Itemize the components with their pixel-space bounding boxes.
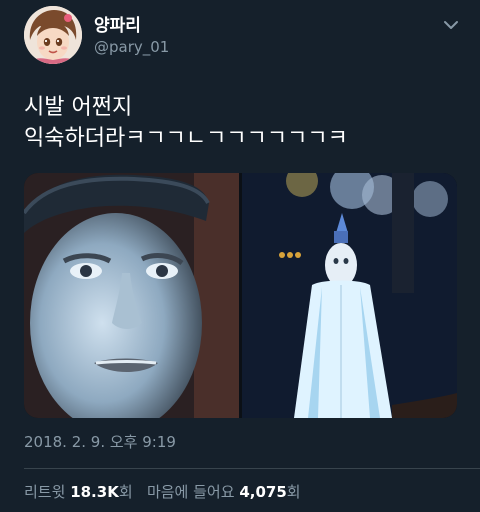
display-name[interactable]: 양파리 xyxy=(94,16,141,36)
tweet-media xyxy=(24,173,457,418)
divider xyxy=(24,468,480,469)
retweet-count[interactable]: 18.3K xyxy=(70,483,119,501)
chevron-down-icon[interactable] xyxy=(442,16,460,34)
media-photo-face[interactable] xyxy=(24,173,239,418)
tweet-header: 양파리 @pary_01 xyxy=(24,4,460,66)
avatar[interactable] xyxy=(24,6,82,64)
tweet-stats: 리트윗 18.3K회 마음에 들어요 4,075회 xyxy=(24,482,301,502)
figure-photo-image xyxy=(242,173,457,418)
face-photo-image xyxy=(24,173,239,418)
like-label[interactable]: 마음에 들어요 xyxy=(147,483,235,501)
tweet-text: 시발 어쩐지 익숙하더라ㅋㄱㄱㄴㄱㄱㄱㄱㄱㄱㅋ xyxy=(24,92,460,154)
tweet-text-line: 시발 어쩐지 xyxy=(24,95,133,120)
tweet-text-line: 익숙하더라ㅋㄱㄱㄴㄱㄱㄱㄱㄱㄱㅋ xyxy=(24,126,348,151)
retweet-suffix: 회 xyxy=(118,483,133,501)
user-handle[interactable]: @pary_01 xyxy=(94,38,169,56)
retweet-label[interactable]: 리트윗 xyxy=(24,483,65,501)
like-suffix: 회 xyxy=(286,483,301,501)
tweet-timestamp[interactable]: 2018. 2. 9. 오후 9:19 xyxy=(24,432,176,452)
media-photo-figure[interactable] xyxy=(242,173,457,418)
avatar-image xyxy=(24,6,82,64)
like-count[interactable]: 4,075 xyxy=(239,483,286,501)
